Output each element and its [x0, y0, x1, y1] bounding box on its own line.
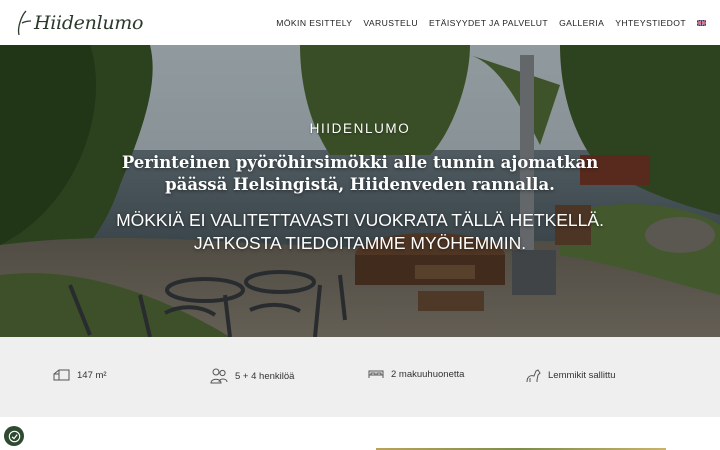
feature-people-text: 5 + 4 henkilöä	[235, 370, 295, 382]
feature-area-text: 147 m²	[77, 369, 107, 381]
logo-swoosh-icon	[17, 10, 32, 35]
area-icon	[53, 369, 70, 381]
cookie-settings-button[interactable]	[4, 426, 24, 446]
site-header: Hiidenlumo MÖKIN ESITTELY VARUSTELU ETÄI…	[0, 0, 720, 45]
hero-kicker: HIIDENLUMO	[309, 121, 411, 136]
uk-flag-icon[interactable]	[697, 19, 706, 26]
people-icon	[210, 368, 228, 384]
nav-item-varustelu[interactable]: VARUSTELU	[363, 18, 418, 28]
cookie-consent-icon	[8, 430, 20, 442]
logo-text: Hiidenlumo	[34, 11, 144, 34]
nav-item-galleria[interactable]: GALLERIA	[559, 18, 604, 28]
feature-pets: Lemmikit sallittu	[525, 368, 616, 383]
feature-area: 147 m²	[53, 368, 107, 382]
hero-notice: MÖKKIÄ EI VALITETTAVASTI VUOKRATA TÄLLÄ …	[116, 210, 604, 253]
feature-bedrooms-text: 2 makuuhuonetta	[391, 368, 465, 380]
feature-pets-text: Lemmikit sallittu	[548, 370, 616, 381]
hero-headline: Perinteinen pyöröhirsimökki alle tunnin …	[121, 153, 599, 194]
bed-icon	[368, 370, 384, 378]
feature-people: 5 + 4 henkilöä	[210, 368, 294, 384]
hero-section: HIIDENLUMO Perinteinen pyöröhirsimökki a…	[0, 45, 720, 337]
features-bar: 147 m² 5 + 4 henkilöä 2 makuuhuonetta Le…	[0, 337, 720, 417]
logo[interactable]: Hiidenlumo	[16, 3, 143, 43]
feature-bedrooms: 2 makuuhuonetta	[368, 368, 464, 380]
hero-content: HIIDENLUMO Perinteinen pyöröhirsimökki a…	[0, 121, 720, 255]
nav-item-yhteystiedot[interactable]: YHTEYSTIEDOT	[615, 18, 686, 28]
nav-item-mokin-esittely[interactable]: MÖKIN ESITTELY	[276, 18, 352, 28]
nav-item-etaisyydet[interactable]: ETÄISYYDET JA PALVELUT	[429, 18, 548, 28]
pet-icon	[526, 369, 541, 383]
main-nav: MÖKIN ESITTELY VARUSTELU ETÄISYYDET JA P…	[276, 18, 706, 28]
